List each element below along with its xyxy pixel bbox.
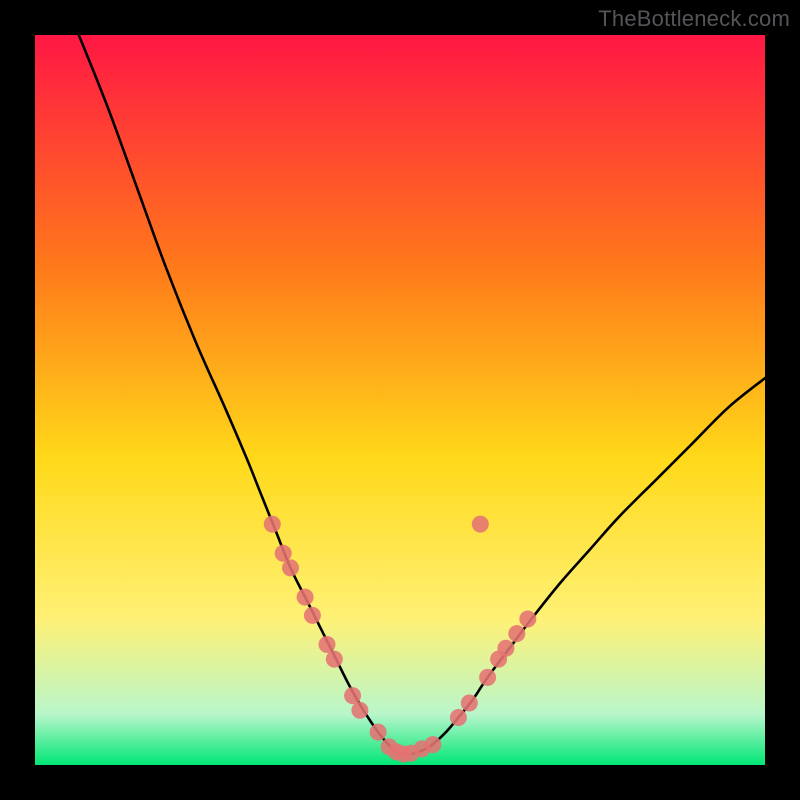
curve-marker <box>479 669 496 686</box>
watermark-text: TheBottleneck.com <box>598 6 790 32</box>
curve-marker <box>326 651 343 668</box>
gradient-background <box>35 35 765 765</box>
plot-area <box>35 35 765 765</box>
curve-marker <box>472 516 489 533</box>
curve-marker <box>461 695 478 712</box>
curve-marker <box>450 709 467 726</box>
curve-marker <box>282 559 299 576</box>
curve-marker <box>264 516 281 533</box>
curve-marker <box>297 589 314 606</box>
curve-marker <box>319 636 336 653</box>
bottleneck-chart <box>35 35 765 765</box>
curve-marker <box>304 607 321 624</box>
curve-marker <box>519 611 536 628</box>
curve-marker <box>497 640 514 657</box>
curve-marker <box>344 687 361 704</box>
curve-marker <box>275 545 292 562</box>
curve-marker <box>370 724 387 741</box>
chart-frame: TheBottleneck.com <box>0 0 800 800</box>
curve-marker <box>508 625 525 642</box>
curve-marker <box>351 702 368 719</box>
curve-marker <box>424 736 441 753</box>
